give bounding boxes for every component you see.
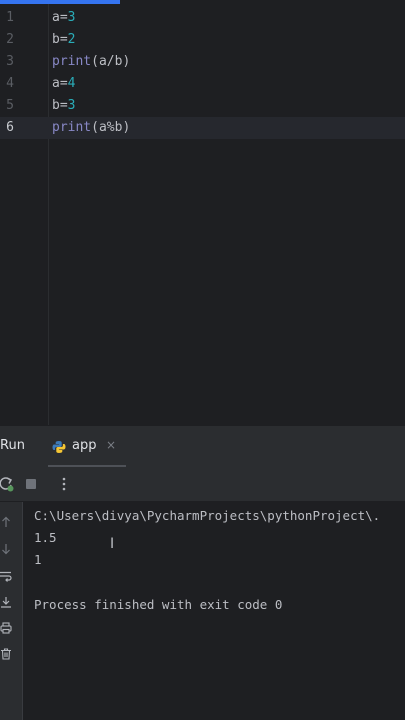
console-output-line: 1.5 [34, 530, 57, 545]
code-token: (a%b) [91, 120, 131, 135]
code-text: a=3 [52, 7, 75, 29]
rerun-icon[interactable] [0, 476, 14, 492]
scroll-up-icon[interactable] [0, 516, 12, 528]
code-token: (a/b) [91, 54, 131, 69]
code-line[interactable]: 4 a=4 [0, 73, 405, 95]
soft-wrap-icon[interactable] [0, 570, 12, 582]
run-toolbar [0, 467, 405, 502]
code-token: a= [52, 10, 68, 25]
code-text: b=3 [52, 95, 75, 117]
console-output[interactable]: C:\Users\divya\PycharmProjects\pythonPro… [23, 502, 405, 720]
text-cursor-icon: I [110, 536, 115, 552]
number-literal-token: 2 [67, 32, 76, 47]
builtin-function-token: print [52, 120, 92, 135]
code-line[interactable]: 3 print(a/b) [0, 51, 405, 73]
code-line[interactable]: 6 print(a%b) [0, 117, 405, 139]
line-number: 3 [6, 54, 14, 69]
code-line[interactable]: 1 a=3 [0, 7, 405, 29]
code-text: a=4 [52, 73, 75, 95]
code-token: b= [52, 98, 68, 113]
number-literal-token: 3 [67, 10, 76, 25]
code-text: print(a%b) [52, 117, 130, 139]
stop-icon[interactable] [23, 476, 39, 492]
console-side-toolbar [0, 502, 23, 720]
console-output-line: 1 [34, 552, 42, 567]
code-text: b=2 [52, 29, 75, 51]
run-config-tab-app[interactable]: app × [48, 426, 126, 468]
process-exit-message: Process finished with exit code 0 [34, 597, 283, 612]
scroll-to-end-icon[interactable] [0, 596, 12, 608]
close-tab-icon[interactable]: × [106, 438, 116, 452]
print-icon[interactable] [0, 622, 12, 634]
trash-icon[interactable] [0, 648, 12, 660]
number-literal-token: 3 [67, 98, 76, 113]
code-text: print(a/b) [52, 51, 130, 73]
scroll-down-icon[interactable] [0, 543, 12, 555]
run-tool-window-title: Run [0, 438, 25, 453]
console-command-line: C:\Users\divya\PycharmProjects\pythonPro… [34, 508, 381, 523]
python-icon [52, 441, 66, 453]
line-number: 5 [6, 98, 14, 113]
run-tab-label: app [72, 438, 97, 453]
run-tool-window-header: Run app × [0, 425, 405, 468]
more-options-icon[interactable] [56, 476, 72, 492]
code-line[interactable]: 5 b=3 [0, 95, 405, 117]
line-number: 1 [6, 10, 14, 25]
code-token: a= [52, 76, 68, 91]
builtin-function-token: print [52, 54, 92, 69]
line-number: 4 [6, 76, 14, 91]
code-token: b= [52, 32, 68, 47]
line-number: 6 [6, 120, 14, 135]
number-literal-token: 4 [67, 76, 76, 91]
line-number: 2 [6, 32, 14, 47]
code-line[interactable]: 2 b=2 [0, 29, 405, 51]
code-editor[interactable]: 1 a=3 2 b=2 3 print(a/b) 4 a=4 5 b=3 6 print(a%b) [0, 4, 405, 425]
